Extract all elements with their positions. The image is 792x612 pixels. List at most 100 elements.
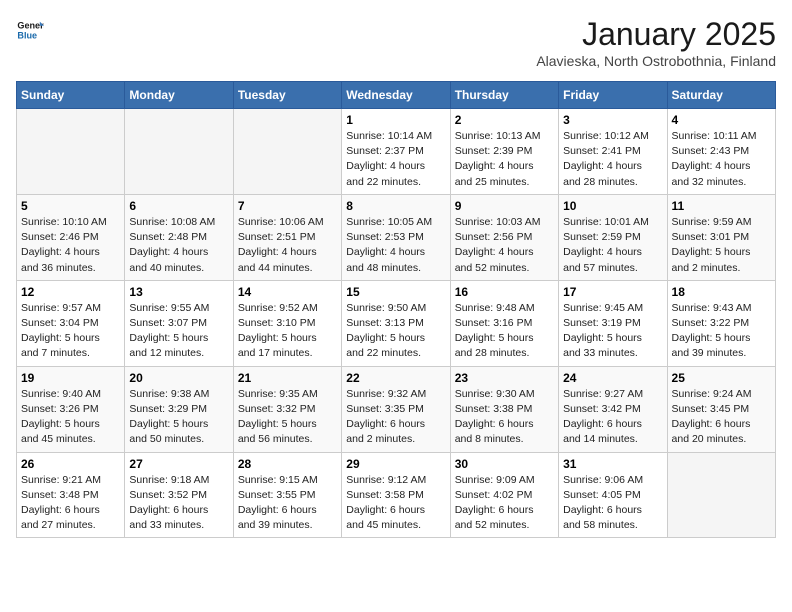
table-row: 7 Sunrise: 10:06 AM Sunset: 2:51 PM Dayli… [233, 194, 341, 280]
table-row [125, 109, 233, 195]
day-info: Sunrise: 9:15 AM Sunset: 3:55 PM Dayligh… [238, 473, 337, 534]
table-row: 21 Sunrise: 9:35 AM Sunset: 3:32 PM Dayli… [233, 366, 341, 452]
logo: General Blue [16, 16, 44, 44]
day-number: 25 [672, 371, 771, 385]
table-row: 22 Sunrise: 9:32 AM Sunset: 3:35 PM Dayli… [342, 366, 450, 452]
header-friday: Friday [559, 82, 667, 109]
day-info: Sunrise: 9:59 AM Sunset: 3:01 PM Dayligh… [672, 215, 771, 276]
day-number: 1 [346, 113, 445, 127]
table-row: 13Sunrise: 9:55 AM Sunset: 3:07 PM Dayli… [125, 280, 233, 366]
table-row [667, 452, 775, 538]
calendar-table: Sunday Monday Tuesday Wednesday Thursday… [16, 81, 776, 538]
day-info: Sunrise: 9:35 AM Sunset: 3:32 PM Dayligh… [238, 387, 337, 448]
day-number: 22 [346, 371, 445, 385]
day-info: Sunrise: 9:09 AM Sunset: 4:02 PM Dayligh… [455, 473, 554, 534]
day-number: 29 [346, 457, 445, 471]
table-row: 29 Sunrise: 9:12 AM Sunset: 3:58 PM Dayli… [342, 452, 450, 538]
header-wednesday: Wednesday [342, 82, 450, 109]
table-row: 3Sunrise: 10:12 AM Sunset: 2:41 PM Dayli… [559, 109, 667, 195]
table-row: 19Sunrise: 9:40 AM Sunset: 3:26 PM Dayli… [17, 366, 125, 452]
day-number: 7 [238, 199, 337, 213]
day-info: Sunrise: 9:55 AM Sunset: 3:07 PM Dayligh… [129, 301, 228, 362]
calendar-week-row: 12 Sunrise: 9:57 AM Sunset: 3:04 PM Dayli… [17, 280, 776, 366]
header-monday: Monday [125, 82, 233, 109]
day-info: Sunrise: 10:05 AM Sunset: 2:53 PM Daylig… [346, 215, 445, 276]
day-number: 30 [455, 457, 554, 471]
day-info: Sunrise: 9:38 AM Sunset: 3:29 PM Dayligh… [129, 387, 228, 448]
table-row: 14Sunrise: 9:52 AM Sunset: 3:10 PM Dayli… [233, 280, 341, 366]
table-row: 24 Sunrise: 9:27 AM Sunset: 3:42 PM Dayli… [559, 366, 667, 452]
day-info: Sunrise: 10:01 AM Sunset: 2:59 PM Daylig… [563, 215, 662, 276]
calendar-week-row: 19Sunrise: 9:40 AM Sunset: 3:26 PM Dayli… [17, 366, 776, 452]
table-row: 10Sunrise: 10:01 AM Sunset: 2:59 PM Dayl… [559, 194, 667, 280]
day-number: 15 [346, 285, 445, 299]
day-number: 17 [563, 285, 662, 299]
day-info: Sunrise: 10:06 AM Sunset: 2:51 PM Daylig… [238, 215, 337, 276]
day-info: Sunrise: 9:12 AM Sunset: 3:58 PM Dayligh… [346, 473, 445, 534]
table-row: 26Sunrise: 9:21 AM Sunset: 3:48 PM Dayli… [17, 452, 125, 538]
table-row: 27 Sunrise: 9:18 AM Sunset: 3:52 PM Dayli… [125, 452, 233, 538]
day-number: 19 [21, 371, 120, 385]
day-number: 23 [455, 371, 554, 385]
table-row: 15 Sunrise: 9:50 AM Sunset: 3:13 PM Dayli… [342, 280, 450, 366]
day-info: Sunrise: 10:13 AM Sunset: 2:39 PM Daylig… [455, 129, 554, 190]
day-number: 4 [672, 113, 771, 127]
day-info: Sunrise: 9:18 AM Sunset: 3:52 PM Dayligh… [129, 473, 228, 534]
day-number: 2 [455, 113, 554, 127]
day-info: Sunrise: 9:50 AM Sunset: 3:13 PM Dayligh… [346, 301, 445, 362]
table-row: 11 Sunrise: 9:59 AM Sunset: 3:01 PM Dayli… [667, 194, 775, 280]
day-info: Sunrise: 10:12 AM Sunset: 2:41 PM Daylig… [563, 129, 662, 190]
logo-icon: General Blue [16, 16, 44, 44]
day-info: Sunrise: 9:27 AM Sunset: 3:42 PM Dayligh… [563, 387, 662, 448]
day-info: Sunrise: 10:14 AM Sunset: 2:37 PM Daylig… [346, 129, 445, 190]
table-row: 17 Sunrise: 9:45 AM Sunset: 3:19 PM Dayli… [559, 280, 667, 366]
day-info: Sunrise: 9:48 AM Sunset: 3:16 PM Dayligh… [455, 301, 554, 362]
day-number: 12 [21, 285, 120, 299]
table-row: 4 Sunrise: 10:11 AM Sunset: 2:43 PM Dayli… [667, 109, 775, 195]
day-info: Sunrise: 9:21 AM Sunset: 3:48 PM Dayligh… [21, 473, 120, 534]
table-row: 23 Sunrise: 9:30 AM Sunset: 3:38 PM Dayli… [450, 366, 558, 452]
table-row: 30 Sunrise: 9:09 AM Sunset: 4:02 PM Dayli… [450, 452, 558, 538]
table-row: 1 Sunrise: 10:14 AM Sunset: 2:37 PM Dayli… [342, 109, 450, 195]
table-row: 9 Sunrise: 10:03 AM Sunset: 2:56 PM Dayli… [450, 194, 558, 280]
day-info: Sunrise: 10:11 AM Sunset: 2:43 PM Daylig… [672, 129, 771, 190]
day-number: 16 [455, 285, 554, 299]
day-number: 11 [672, 199, 771, 213]
day-number: 21 [238, 371, 337, 385]
day-number: 24 [563, 371, 662, 385]
table-row [233, 109, 341, 195]
table-row: 5 Sunrise: 10:10 AM Sunset: 2:46 PM Dayli… [17, 194, 125, 280]
day-number: 28 [238, 457, 337, 471]
day-info: Sunrise: 9:43 AM Sunset: 3:22 PM Dayligh… [672, 301, 771, 362]
day-number: 6 [129, 199, 228, 213]
day-info: Sunrise: 9:52 AM Sunset: 3:10 PM Dayligh… [238, 301, 337, 362]
header-thursday: Thursday [450, 82, 558, 109]
day-info: Sunrise: 10:10 AM Sunset: 2:46 PM Daylig… [21, 215, 120, 276]
title-section: January 2025 Alavieska, North Ostrobothn… [536, 16, 776, 69]
calendar-header-row: Sunday Monday Tuesday Wednesday Thursday… [17, 82, 776, 109]
day-number: 8 [346, 199, 445, 213]
day-number: 9 [455, 199, 554, 213]
day-info: Sunrise: 9:32 AM Sunset: 3:35 PM Dayligh… [346, 387, 445, 448]
header-tuesday: Tuesday [233, 82, 341, 109]
day-info: Sunrise: 10:03 AM Sunset: 2:56 PM Daylig… [455, 215, 554, 276]
calendar-week-row: 1 Sunrise: 10:14 AM Sunset: 2:37 PM Dayli… [17, 109, 776, 195]
calendar-subtitle: Alavieska, North Ostrobothnia, Finland [536, 53, 776, 69]
calendar-title: January 2025 [536, 16, 776, 53]
table-row [17, 109, 125, 195]
table-row: 31Sunrise: 9:06 AM Sunset: 4:05 PM Dayli… [559, 452, 667, 538]
day-number: 27 [129, 457, 228, 471]
day-info: Sunrise: 9:57 AM Sunset: 3:04 PM Dayligh… [21, 301, 120, 362]
day-number: 5 [21, 199, 120, 213]
day-number: 20 [129, 371, 228, 385]
header-sunday: Sunday [17, 82, 125, 109]
svg-text:Blue: Blue [17, 30, 37, 40]
table-row: 12 Sunrise: 9:57 AM Sunset: 3:04 PM Dayli… [17, 280, 125, 366]
day-info: Sunrise: 9:30 AM Sunset: 3:38 PM Dayligh… [455, 387, 554, 448]
table-row: 2 Sunrise: 10:13 AM Sunset: 2:39 PM Dayli… [450, 109, 558, 195]
day-info: Sunrise: 9:45 AM Sunset: 3:19 PM Dayligh… [563, 301, 662, 362]
table-row: 25Sunrise: 9:24 AM Sunset: 3:45 PM Dayli… [667, 366, 775, 452]
calendar-week-row: 5 Sunrise: 10:10 AM Sunset: 2:46 PM Dayli… [17, 194, 776, 280]
day-number: 18 [672, 285, 771, 299]
header-saturday: Saturday [667, 82, 775, 109]
